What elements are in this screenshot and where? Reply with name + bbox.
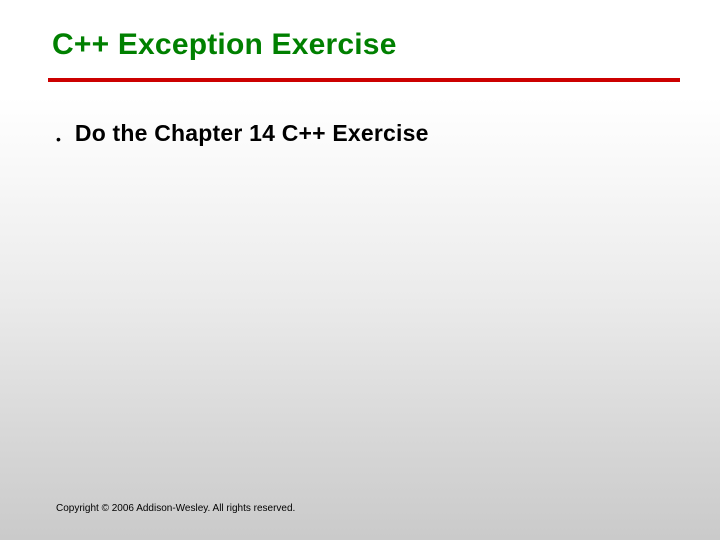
slide-body: • Do the Chapter 14 C++ Exercise [56,120,668,147]
title-underline [48,78,680,82]
slide-title: C++ Exception Exercise [52,28,397,62]
bullet-item: • Do the Chapter 14 C++ Exercise [56,120,668,147]
bullet-dot-icon: • [56,132,61,146]
bullet-text: Do the Chapter 14 C++ Exercise [75,120,429,147]
slide: C++ Exception Exercise • Do the Chapter … [0,0,720,540]
copyright-footer: Copyright © 2006 Addison-Wesley. All rig… [56,503,295,514]
